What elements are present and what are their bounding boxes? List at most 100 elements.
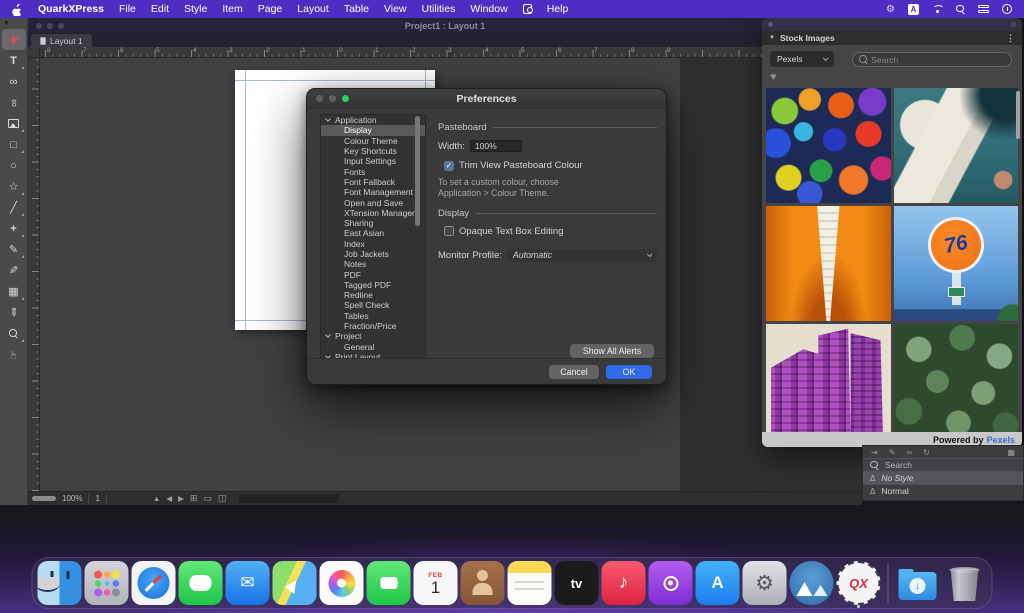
sidebar-item-tables[interactable]: Tables [321, 311, 425, 321]
dock-quarkxpress[interactable]: QX [837, 561, 881, 605]
clock-icon[interactable] [1002, 4, 1012, 14]
sidebar-item-job-jackets[interactable]: Job Jackets [321, 249, 425, 259]
preferences-titlebar[interactable]: Preferences [307, 89, 666, 109]
sidebar-scrollbar[interactable] [415, 116, 420, 226]
dock-facetime[interactable] [367, 561, 411, 605]
zoom-level-field[interactable]: 100% [62, 494, 82, 503]
wifi-icon[interactable] [932, 5, 943, 14]
rectangle-tool[interactable]: □ [2, 134, 26, 155]
table-tool[interactable]: ▦ [2, 281, 26, 302]
stock-image-gas-sign[interactable]: 76 [894, 206, 1019, 321]
dock-mountain-app[interactable] [790, 561, 834, 605]
sidebar-item-tagged-pdf[interactable]: Tagged PDF [321, 280, 425, 290]
panel-scrollbar[interactable] [1016, 91, 1020, 139]
sidebar-item-application[interactable]: Application [321, 115, 425, 125]
sidebar-item-general[interactable]: General [321, 342, 425, 352]
control-center-icon[interactable] [978, 5, 989, 14]
gear-icon[interactable]: ⚙ [886, 4, 895, 15]
opaque-text-checkbox[interactable] [444, 226, 454, 236]
sidebar-item-open-and-save[interactable]: Open and Save [321, 197, 425, 207]
menu-file[interactable]: File [119, 3, 136, 15]
palette-collapse-icon[interactable]: ▼ [3, 20, 10, 29]
cancel-button[interactable]: Cancel [549, 365, 599, 379]
style-item-no-style[interactable]: Δ No Style [863, 471, 1023, 484]
stock-image-ivy-leaves[interactable] [894, 324, 1019, 439]
sidebar-item-notes[interactable]: Notes [321, 259, 425, 269]
menu-window[interactable]: Window [470, 3, 507, 15]
text-link-tool[interactable]: ∞ [2, 71, 26, 92]
sidebar-item-pdf[interactable]: PDF [321, 269, 425, 279]
dock-app-store[interactable]: A [696, 561, 740, 605]
dock-launchpad[interactable] [85, 561, 129, 605]
dock-music[interactable]: ♪ [602, 561, 646, 605]
sidebar-item-fraction-price[interactable]: Fraction/Price [321, 321, 425, 331]
dock-downloads[interactable]: ↓ [896, 561, 940, 605]
new-style-icon[interactable]: ⇥ [871, 448, 878, 457]
update-style-icon[interactable]: ↻ [923, 448, 930, 457]
sidebar-item-spell-check[interactable]: Spell Check [321, 300, 425, 310]
close-icon[interactable] [768, 22, 773, 27]
stock-search-field[interactable] [852, 52, 1012, 67]
item-tool[interactable]: ✚ [2, 29, 26, 50]
picture-box-tool[interactable] [2, 113, 26, 134]
dock-podcasts[interactable] [649, 561, 693, 605]
dock-notes[interactable] [508, 561, 552, 605]
dock-maps[interactable] [273, 561, 317, 605]
stock-image-orange-tunnel[interactable] [766, 206, 891, 321]
text-tool[interactable]: T [2, 50, 26, 71]
dock-contacts[interactable] [461, 561, 505, 605]
menu-page[interactable]: Page [258, 3, 283, 15]
star-tool[interactable]: ☆ [2, 176, 26, 197]
view-single-icon[interactable]: ▭ [203, 493, 212, 504]
sidebar-item-sharing[interactable]: Sharing [321, 218, 425, 228]
dock-safari[interactable] [132, 561, 176, 605]
menu-help[interactable]: Help [547, 3, 569, 15]
trim-view-checkbox[interactable]: ✓ [444, 161, 454, 171]
sidebar-item-display[interactable]: Display [321, 125, 425, 135]
sidebar-item-redline[interactable]: Redline [321, 290, 425, 300]
panel-resize-icon[interactable] [1011, 22, 1016, 27]
free-transform-tool[interactable]: + [2, 218, 26, 239]
dock-finder[interactable] [38, 561, 82, 605]
document-titlebar[interactable]: Project1 : Layout 1 [28, 18, 862, 33]
tab-layout-1[interactable]: Layout 1 [31, 34, 92, 47]
page-up-icon[interactable]: ▲ [153, 494, 160, 503]
dock-trash[interactable] [943, 561, 987, 605]
menu-table[interactable]: Table [344, 3, 369, 15]
page-prev-icon[interactable]: ◀ [166, 494, 172, 503]
menu-layout[interactable]: Layout [297, 3, 329, 15]
menu-edit[interactable]: Edit [151, 3, 169, 15]
menu-item[interactable]: Item [222, 3, 242, 15]
pexels-link[interactable]: Pexels [986, 435, 1015, 445]
ok-button[interactable]: OK [606, 365, 652, 379]
stock-image-glass-flowers[interactable] [766, 88, 891, 203]
horizontal-scrollbar[interactable] [32, 496, 56, 501]
freehand-tool[interactable]: ✎ [2, 260, 26, 281]
stock-search-input[interactable] [871, 55, 1005, 65]
kebab-menu-icon[interactable]: ⋮ [1006, 33, 1015, 44]
zoom-tool[interactable] [2, 323, 26, 344]
width-input[interactable]: 100% [470, 140, 522, 152]
dock-mail[interactable]: ✉ [226, 561, 270, 605]
stock-panel-header[interactable]: ▼ Stock Images ⋮ [762, 31, 1022, 45]
script-menu-icon[interactable] [523, 4, 532, 14]
provider-dropdown[interactable]: Pexels [770, 51, 834, 67]
stock-panel-titlebar[interactable] [762, 18, 1022, 31]
sidebar-item-colour-theme[interactable]: Colour Theme [321, 136, 425, 146]
style-item-normal[interactable]: Δ Normal [863, 484, 1023, 497]
edit-style-icon[interactable]: ✎ [889, 448, 896, 457]
dock-messages[interactable] [179, 561, 223, 605]
view-grid-icon[interactable]: ⊞ [190, 493, 198, 504]
dock-system-settings[interactable]: ⚙ [743, 561, 787, 605]
monitor-profile-dropdown[interactable]: Automatic [507, 249, 657, 262]
input-source-icon[interactable]: A [908, 4, 919, 15]
menu-utilities[interactable]: Utilities [422, 3, 456, 15]
menu-app-name[interactable]: QuarkXPress [38, 3, 104, 15]
sidebar-item-font-management[interactable]: Font Management [321, 187, 425, 197]
pan-tool[interactable]: ☟ [2, 344, 26, 365]
dock-photos[interactable] [320, 561, 364, 605]
oval-tool[interactable]: ○ [2, 155, 26, 176]
sidebar-item-key-shortcuts[interactable]: Key Shortcuts [321, 146, 425, 156]
page-number-field[interactable]: 1 [95, 494, 99, 503]
style-search-row[interactable]: Search [863, 458, 1023, 471]
